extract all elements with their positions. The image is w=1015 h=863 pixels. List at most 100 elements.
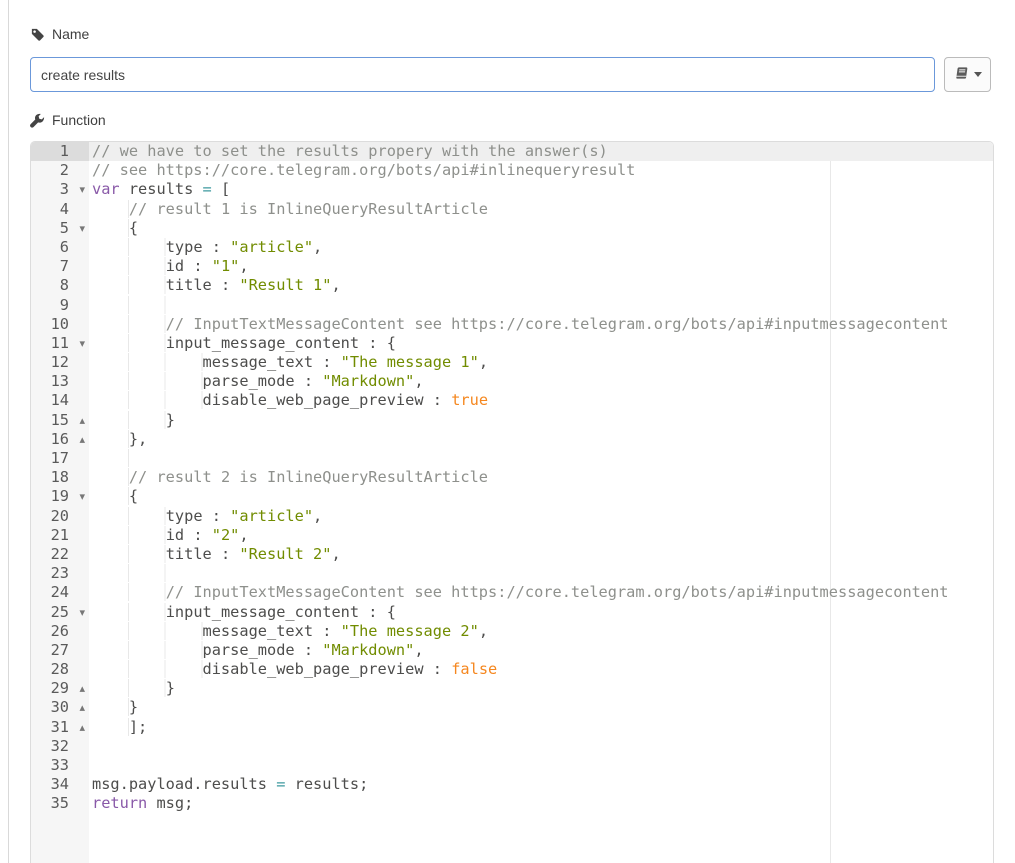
indent-guides	[92, 353, 203, 371]
fold-widget-end-icon[interactable]: ▴	[79, 718, 85, 737]
gutter-cell: 16▴	[31, 430, 89, 449]
gutter-cell: 13	[31, 372, 89, 391]
line-number: 1	[31, 142, 89, 161]
code-line	[89, 756, 993, 775]
code-token: "Result 1"	[239, 276, 331, 294]
code-token: // InputTextMessageContent see https://c…	[166, 583, 949, 601]
gutter-cell: 8	[31, 276, 89, 295]
gutter-cell: 6	[31, 238, 89, 257]
code-token: message_text :	[203, 622, 341, 640]
fold-widget-end-icon[interactable]: ▴	[79, 411, 85, 430]
code-line: message_text : "The message 1",	[89, 353, 993, 372]
gutter-cell: 21	[31, 526, 89, 545]
code-token: parse_mode :	[203, 372, 323, 390]
gutter-cell: 26	[31, 622, 89, 641]
fold-widget-open-icon[interactable]: ▾	[79, 334, 85, 353]
panel-left-border	[8, 0, 9, 863]
name-input[interactable]	[30, 57, 935, 92]
code-token: // InputTextMessageContent see https://c…	[166, 315, 949, 333]
code-token: input_message_content : {	[166, 603, 396, 621]
code-line	[89, 737, 993, 756]
code-token: ,	[331, 545, 340, 563]
code-token: parse_mode :	[203, 641, 323, 659]
code-token: "2"	[212, 526, 240, 544]
gutter-cell: 27	[31, 641, 89, 660]
code-line: disable_web_page_preview : true	[89, 391, 993, 410]
code-token: }	[129, 698, 138, 716]
fold-widget-end-icon[interactable]: ▴	[79, 679, 85, 698]
line-number: 10	[31, 315, 89, 334]
gutter-cell: 29▴	[31, 679, 89, 698]
code-token: "article"	[230, 507, 313, 525]
code-line: type : "article",	[89, 507, 993, 526]
fold-widget-open-icon[interactable]: ▾	[79, 180, 85, 199]
code-token: false	[451, 660, 497, 678]
code-token: // result 1 is InlineQueryResultArticle	[129, 200, 488, 218]
fold-widget-open-icon[interactable]: ▾	[79, 219, 85, 238]
line-number: 9	[31, 296, 89, 315]
indent-guides	[92, 487, 129, 505]
indent-guides	[92, 545, 166, 563]
line-number: 8	[31, 276, 89, 295]
code-line: return msg;	[89, 794, 993, 813]
indent-guides	[92, 718, 129, 736]
indent-guides	[92, 238, 166, 256]
caret-down-icon	[974, 72, 982, 77]
code-token: ,	[414, 372, 423, 390]
gutter-cell: 32	[31, 737, 89, 756]
code-line: title : "Result 1",	[89, 276, 993, 295]
code-line: {	[89, 487, 993, 506]
code-editor[interactable]: 123▾45▾67891011▾12131415▴16▴171819▾20212…	[30, 141, 994, 863]
code-token: input_message_content : {	[166, 334, 396, 352]
code-line: // we have to set the results propery wi…	[89, 142, 993, 161]
code-token: ,	[239, 257, 248, 275]
indent-guides	[92, 564, 166, 582]
code-line: // result 2 is InlineQueryResultArticle	[89, 468, 993, 487]
fold-widget-end-icon[interactable]: ▴	[79, 698, 85, 717]
code-token: message_text :	[203, 353, 341, 371]
fold-widget-open-icon[interactable]: ▾	[79, 603, 85, 622]
indent-guides	[92, 391, 203, 409]
line-number: 20	[31, 507, 89, 526]
gutter-cell: 33	[31, 756, 89, 775]
gutter-cell: 2	[31, 161, 89, 180]
code-line: message_text : "The message 2",	[89, 622, 993, 641]
code-token: ,	[479, 353, 488, 371]
line-number: 21	[31, 526, 89, 545]
code-token: type :	[166, 507, 230, 525]
indent-guides	[92, 583, 166, 601]
editor-text-area[interactable]: // we have to set the results propery wi…	[89, 142, 993, 863]
library-button[interactable]	[944, 57, 991, 92]
gutter-cell: 19▾	[31, 487, 89, 506]
code-token: return	[92, 794, 147, 812]
code-line: id : "2",	[89, 526, 993, 545]
code-line: input_message_content : {	[89, 603, 993, 622]
code-token: true	[451, 391, 488, 409]
gutter-cell: 5▾	[31, 219, 89, 238]
code-token: }	[166, 679, 175, 697]
gutter-cell: 17	[31, 449, 89, 468]
code-line	[89, 296, 993, 315]
wrench-icon	[30, 113, 45, 128]
code-token: {	[129, 219, 138, 237]
indent-guides	[92, 411, 166, 429]
fold-widget-open-icon[interactable]: ▾	[79, 487, 85, 506]
gutter-cell: 10	[31, 315, 89, 334]
code-token: // result 2 is InlineQueryResultArticle	[129, 468, 488, 486]
indent-guides	[92, 219, 129, 237]
line-number: 27	[31, 641, 89, 660]
name-label-text: Name	[52, 26, 89, 42]
fold-widget-end-icon[interactable]: ▴	[79, 430, 85, 449]
code-line	[89, 449, 993, 468]
indent-guides	[92, 449, 129, 467]
book-icon	[954, 66, 969, 84]
code-token: "Result 2"	[239, 545, 331, 563]
code-token: ];	[129, 718, 147, 736]
code-token: results;	[285, 775, 368, 793]
indent-guides	[92, 679, 166, 697]
indent-guides	[92, 603, 166, 621]
code-token: },	[129, 430, 147, 448]
code-token: "1"	[212, 257, 240, 275]
indent-guides	[92, 315, 166, 333]
indent-guides	[92, 660, 203, 678]
